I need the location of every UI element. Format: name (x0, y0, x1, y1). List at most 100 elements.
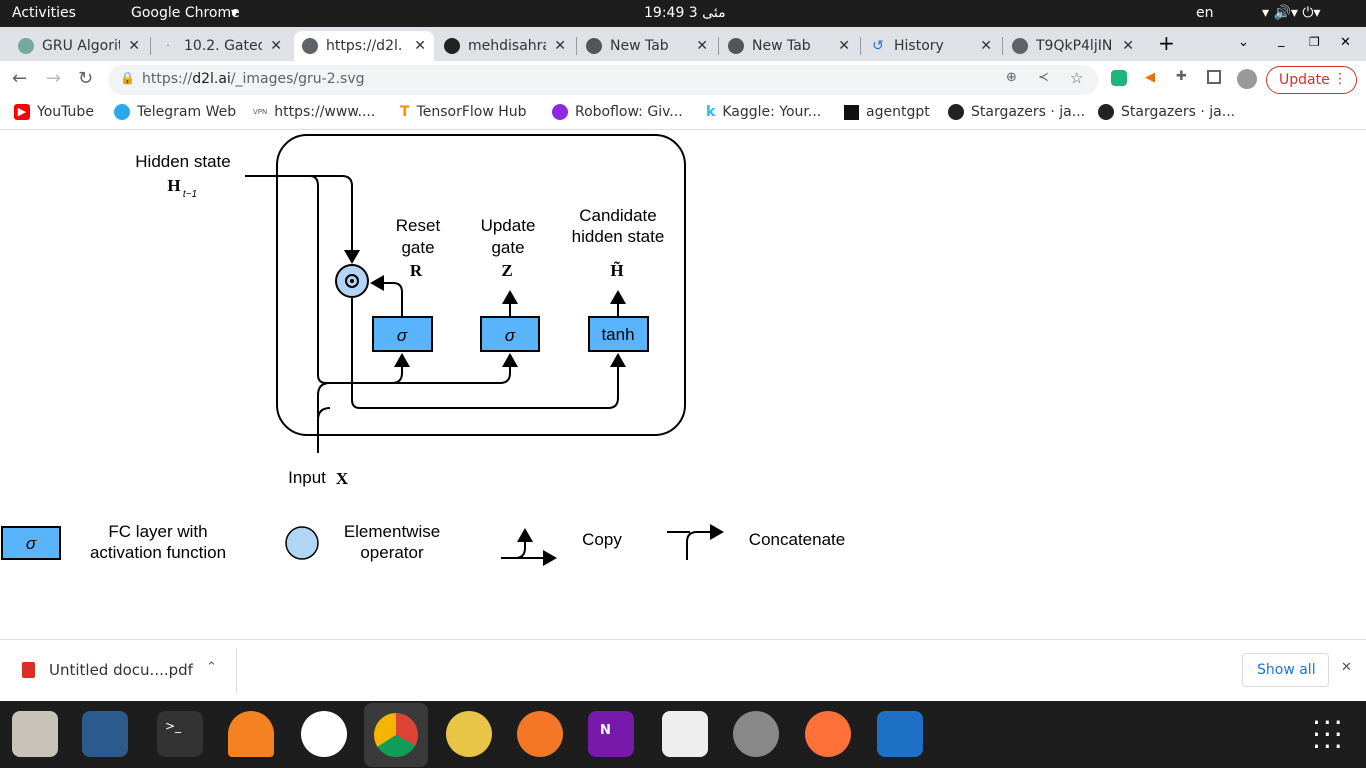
globe-icon (1012, 38, 1028, 54)
bookmark-tensorflow[interactable]: T TensorFlow Hub (400, 104, 527, 120)
gru-diagram: Hidden state H t−1 Reset gate R Update gat… (1, 134, 845, 566)
app-menu-arrow-icon[interactable]: ▾ (231, 5, 238, 21)
bookmark-stargazers[interactable]: Stargazers · ja... (1098, 104, 1235, 120)
reset-to-elementwise-line (370, 275, 403, 317)
close-tab-icon[interactable]: ✕ (270, 38, 282, 54)
input-branch-line (317, 407, 331, 421)
hidden-to-elementwise-line (245, 175, 360, 264)
menu-dots-icon[interactable]: ⋮ (1333, 71, 1347, 87)
minimize-button[interactable]: _ (1278, 33, 1285, 48)
virtualbox-icon[interactable] (82, 711, 128, 757)
jupyter-icon[interactable] (517, 711, 563, 757)
close-tab-icon[interactable]: ✕ (414, 38, 426, 54)
system-status-icons[interactable]: ▾ 🔊▾ ⏻▾ (1262, 5, 1321, 21)
share-icon[interactable]: ≺ (1038, 70, 1049, 85)
show-all-button[interactable]: Show all (1242, 653, 1329, 687)
svg-text:activation function: activation function (90, 543, 226, 562)
files-icon[interactable] (12, 711, 58, 757)
svg-text:Update: Update (481, 216, 536, 235)
close-window-button[interactable]: ✕ (1340, 35, 1351, 50)
hidden-state-label: Hidden state (135, 152, 230, 171)
close-shelf-icon[interactable]: ✕ (1341, 660, 1352, 675)
tab[interactable]: New Tab ✕ (720, 31, 858, 61)
lock-icon: 🔒 (120, 71, 135, 85)
bookmark-youtube[interactable]: ▶ YouTube (14, 104, 94, 120)
kaggle-icon: k (706, 104, 716, 120)
reload-button[interactable]: ↻ (78, 68, 93, 89)
tab-active[interactable]: https://d2l. ✕ (294, 31, 434, 61)
update-button[interactable]: Update ⋮ (1266, 66, 1357, 94)
svg-text:σ: σ (505, 326, 516, 345)
extensions-icon[interactable]: ✚ (1176, 69, 1187, 84)
announce-extension-icon[interactable]: ◀ (1145, 70, 1155, 85)
tab-search-icon[interactable]: ⌄ (1238, 35, 1249, 50)
bookmark-vpn[interactable]: VPN https://www.... (253, 104, 375, 120)
bookmark-kaggle[interactable]: k Kaggle: Your... (706, 104, 821, 120)
legend-concat-arrow (686, 524, 724, 560)
tab[interactable]: New Tab ✕ (578, 31, 716, 61)
download-item[interactable]: Untitled docu....pdf (49, 661, 193, 679)
tab[interactable]: T9QkP4ljIN ✕ (1004, 31, 1142, 61)
back-button[interactable]: ← (12, 68, 27, 89)
svg-text:X: X (336, 469, 349, 488)
vpn-extension-icon[interactable] (1111, 70, 1127, 86)
tab[interactable]: ↺ History ✕ (862, 31, 1000, 61)
firefox-icon[interactable] (805, 711, 851, 757)
bookmark-star-icon[interactable]: ☆ (1070, 69, 1083, 87)
activities-button[interactable]: Activities (12, 5, 76, 21)
close-tab-icon[interactable]: ✕ (696, 38, 708, 54)
tab[interactable]: GRU Algorit ✕ (10, 31, 148, 61)
tab-strip: GRU Algorit ✕ · 10.2. Gated ✕ https://d2l. ✕… (0, 27, 1366, 61)
tensorflow-icon: T (400, 104, 410, 120)
libreoffice-impress-icon[interactable] (877, 711, 923, 757)
tab[interactable]: · 10.2. Gated ✕ (152, 31, 290, 61)
side-panel-icon[interactable] (1207, 70, 1221, 84)
close-tab-icon[interactable]: ✕ (1122, 38, 1134, 54)
svg-text:Z: Z (501, 261, 512, 280)
svg-text:Elementwise: Elementwise (344, 522, 440, 541)
globe-icon (302, 38, 318, 54)
bookmark-stargazers[interactable]: Stargazers · ja... (948, 104, 1085, 120)
github-icon (1098, 104, 1114, 120)
bookmark-agentgpt[interactable]: agentgpt (844, 104, 930, 120)
close-tab-icon[interactable]: ✕ (128, 38, 140, 54)
maximize-button[interactable]: ❐ (1309, 35, 1320, 49)
forward-button[interactable]: → (46, 68, 61, 89)
svg-text:t−1: t−1 (183, 189, 197, 200)
svg-text:Candidate: Candidate (579, 206, 657, 225)
text-editor-icon[interactable] (662, 711, 708, 757)
settings-icon[interactable] (733, 711, 779, 757)
rhythmbox-icon[interactable] (446, 711, 492, 757)
app-menu[interactable]: Google Chrome (131, 5, 240, 21)
address-bar[interactable]: 🔒 https://d2l.ai/_images/gru-2.svg ⊕ ≺ ☆ (108, 65, 1098, 95)
close-tab-icon[interactable]: ✕ (838, 38, 850, 54)
svg-text:FC layer with: FC layer with (108, 522, 207, 541)
bookmark-telegram[interactable]: Telegram Web (114, 104, 236, 120)
svg-text:gate: gate (491, 238, 524, 257)
avatar[interactable] (1237, 69, 1257, 89)
vpn-icon: VPN (253, 108, 268, 116)
dock: >_ N ··· ··· ··· (0, 701, 1366, 768)
android-studio-icon[interactable] (301, 711, 347, 757)
onenote-icon[interactable]: N (588, 711, 634, 757)
close-tab-icon[interactable]: ✕ (980, 38, 992, 54)
chatgpt-icon (18, 38, 34, 54)
clock[interactable]: 19:49 مئی 3 (644, 5, 726, 21)
show-apps-icon[interactable]: ··· ··· ··· (1312, 709, 1345, 761)
chrome-dock-icon[interactable] (364, 703, 428, 767)
close-tab-icon[interactable]: ✕ (554, 38, 566, 54)
bookmark-roboflow[interactable]: Roboflow: Giv... (552, 104, 683, 120)
svg-text:operator: operator (360, 543, 424, 562)
svg-text:H̃: H̃ (610, 260, 623, 280)
svg-text:Reset: Reset (396, 216, 441, 235)
vlc-icon[interactable] (228, 711, 274, 757)
language-indicator[interactable]: en (1196, 5, 1214, 21)
new-tab-button[interactable]: + (1158, 31, 1175, 55)
terminal-icon[interactable]: >_ (157, 711, 203, 757)
browser-toolbar: ← → ↻ 🔒 https://d2l.ai/_images/gru-2.svg… (0, 61, 1366, 98)
bookmarks-bar: ▶ YouTube Telegram Web VPN https://www....… (0, 98, 1366, 130)
chevron-up-icon[interactable]: ⌃ (206, 660, 217, 675)
tab[interactable]: mehdisahra ✕ (436, 31, 574, 61)
elementwise-to-tanh-line (351, 298, 626, 409)
zoom-icon[interactable]: ⊕ (1006, 70, 1017, 85)
